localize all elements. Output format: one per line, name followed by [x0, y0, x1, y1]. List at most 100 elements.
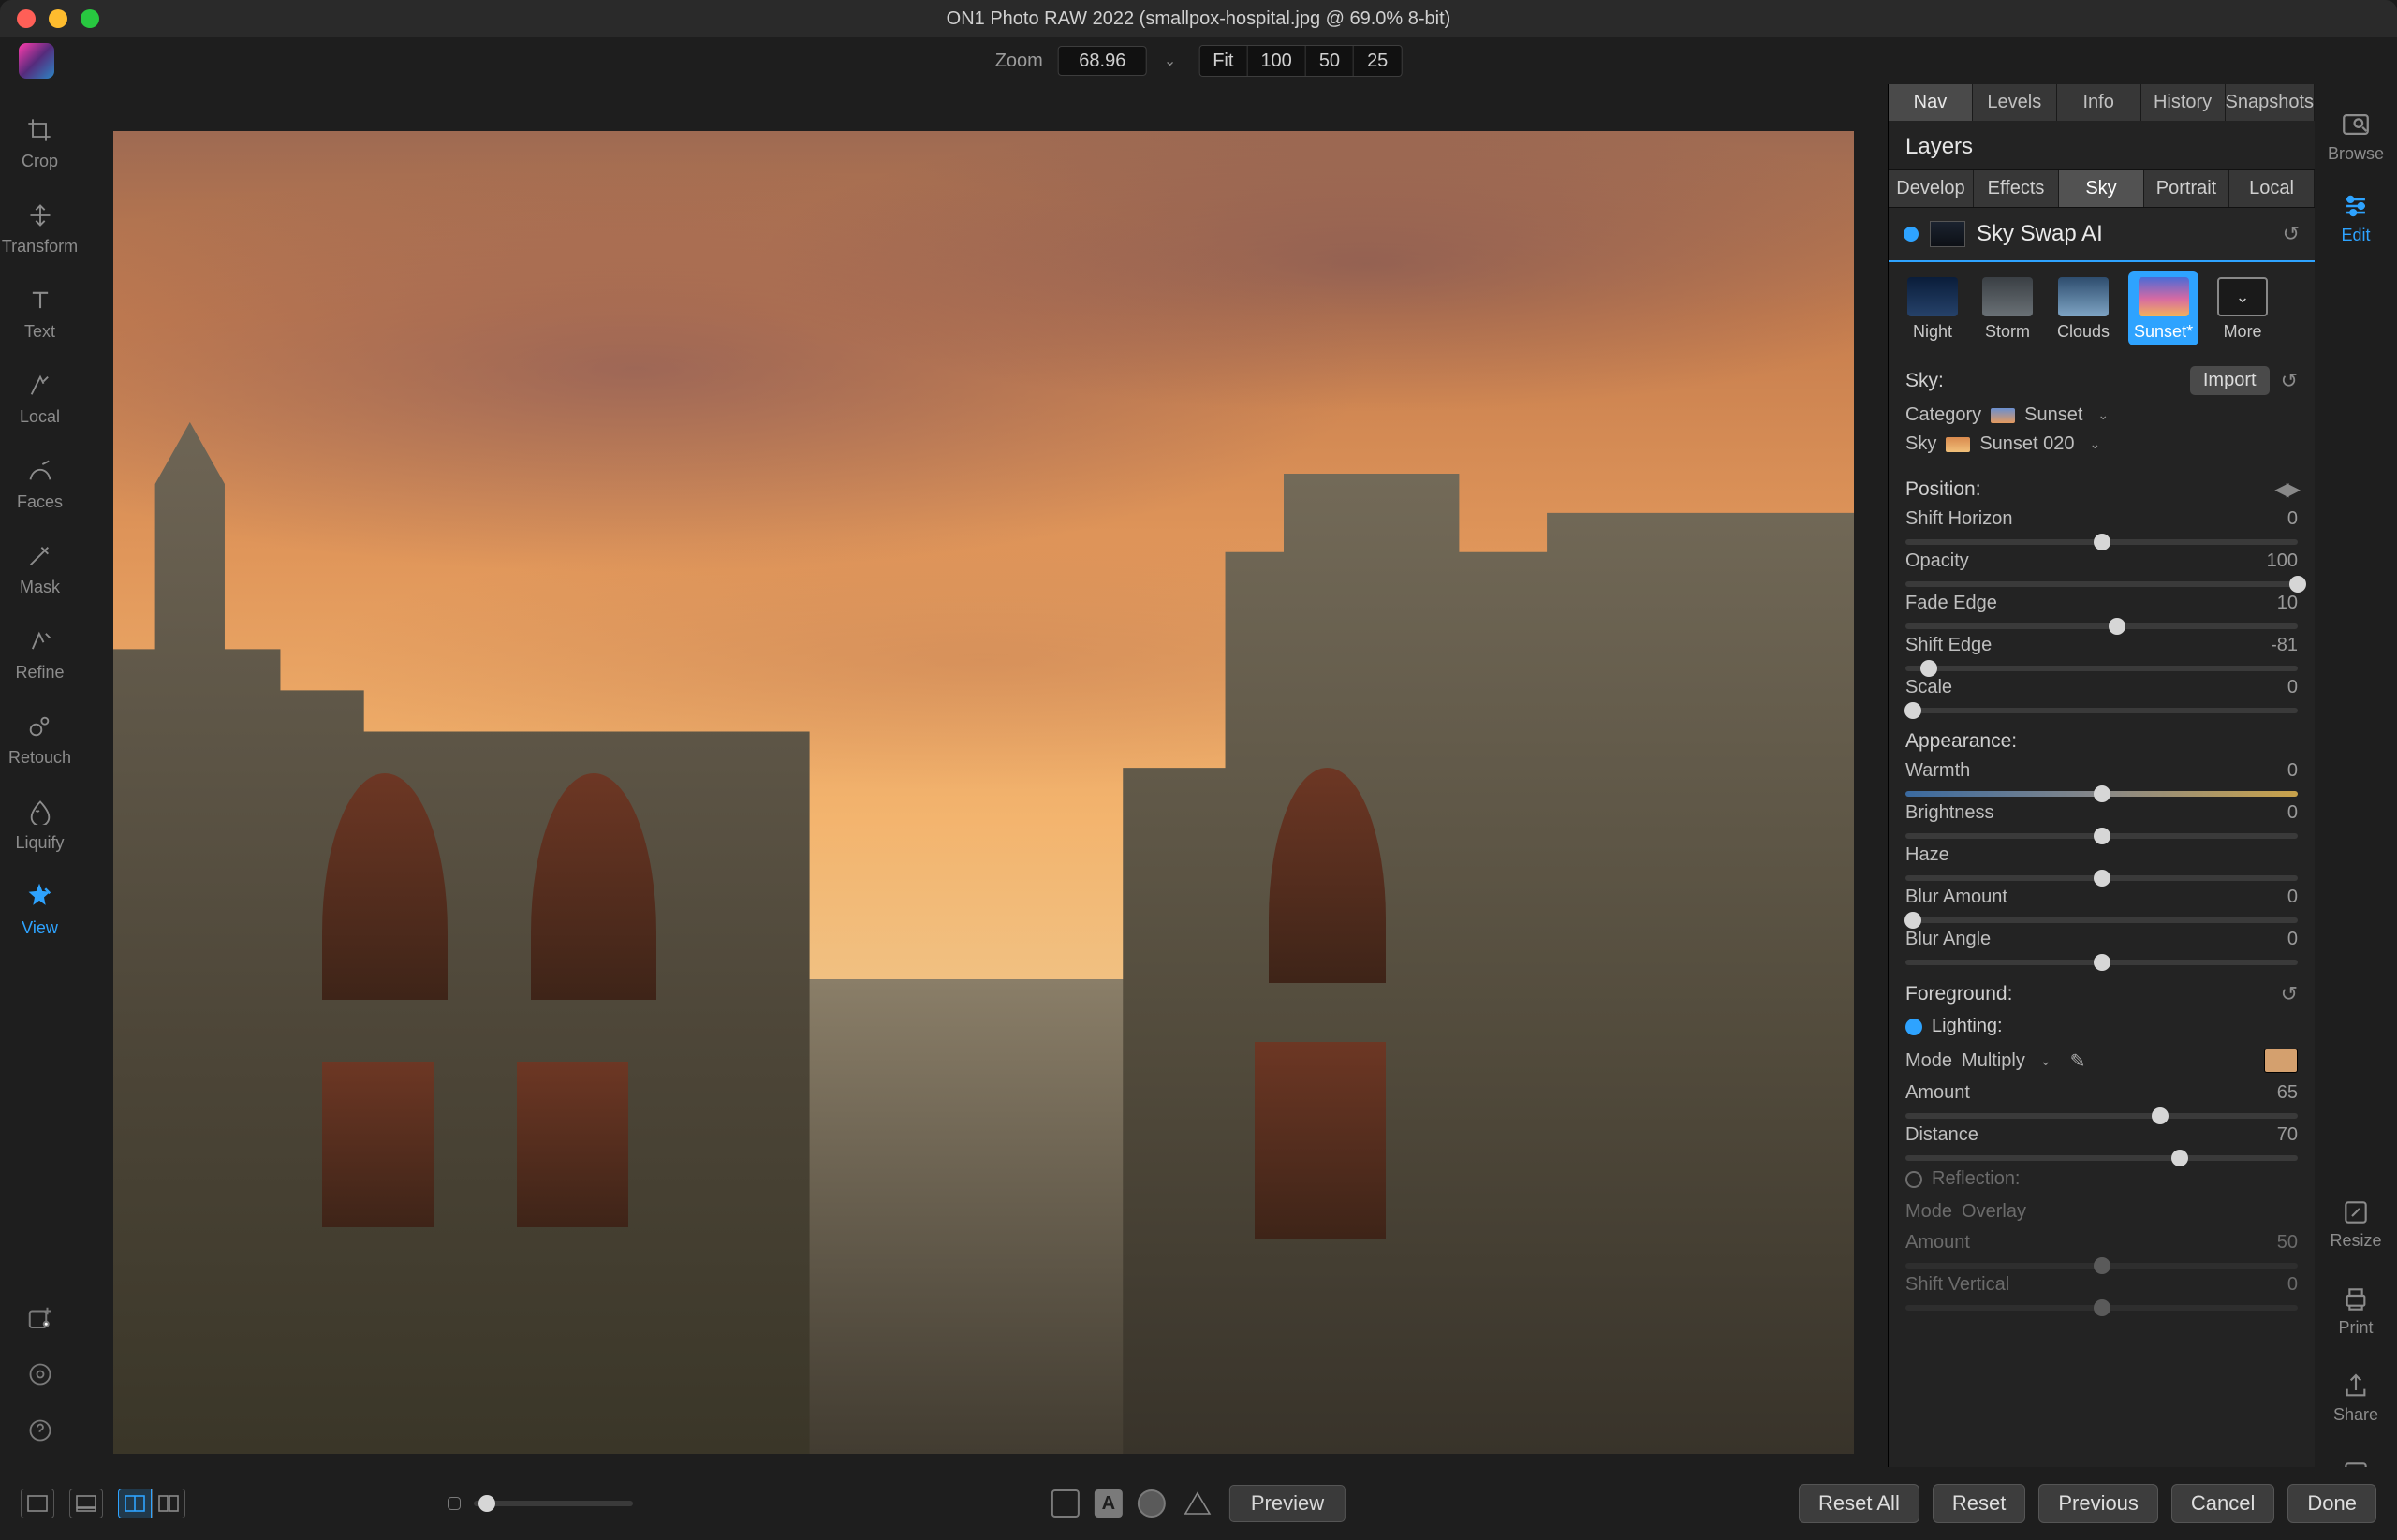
foreground-header: Foreground:↺: [1889, 967, 2315, 1010]
tool-retouch-label: Retouch: [8, 748, 71, 768]
reset-filter-icon[interactable]: ↺: [2283, 222, 2300, 246]
filter-enabled-icon[interactable]: [1904, 227, 1919, 242]
close-window-icon[interactable]: [17, 9, 36, 28]
zoom-input[interactable]: [1058, 46, 1147, 76]
window-title: ON1 Photo RAW 2022 (smallpox-hospital.jp…: [0, 8, 2397, 30]
slider-shift-horizon[interactable]: Shift Horizon0: [1889, 505, 2315, 547]
rail-resize[interactable]: Resize: [2330, 1190, 2381, 1258]
tool-mask[interactable]: Mask: [20, 540, 60, 597]
zoom-25-button[interactable]: 25: [1354, 46, 1401, 76]
zoom-fit-button[interactable]: Fit: [1199, 46, 1247, 76]
tool-local[interactable]: Local: [20, 370, 60, 427]
thumb-size-slider[interactable]: [474, 1501, 633, 1506]
settings-icon[interactable]: [24, 1358, 56, 1390]
category-dropdown[interactable]: Category Sunset ⌄: [1905, 401, 2298, 430]
view-filmstrip-icon[interactable]: [69, 1489, 103, 1518]
slider-blur-angle[interactable]: Blur Angle0: [1889, 925, 2315, 967]
view-compare-left-icon[interactable]: [118, 1489, 152, 1518]
preset-more[interactable]: ⌄More: [2217, 277, 2268, 342]
slider-blur-amount[interactable]: Blur Amount0: [1889, 883, 2315, 925]
slider-shift-edge[interactable]: Shift Edge-81: [1889, 631, 2315, 673]
lighting-toggle[interactable]: Lighting:: [1889, 1010, 2315, 1043]
tool-text[interactable]: Text: [24, 285, 56, 342]
tab-history[interactable]: History: [2141, 84, 2226, 121]
canvas-area: [80, 84, 1888, 1467]
tab-portrait[interactable]: Portrait: [2144, 170, 2229, 207]
tool-liquify[interactable]: Liquify: [15, 796, 64, 853]
preview-button[interactable]: Preview: [1229, 1485, 1346, 1522]
rail-print[interactable]: Print: [2338, 1277, 2373, 1345]
zoom-50-button[interactable]: 50: [1306, 46, 1354, 76]
reset-sky-icon[interactable]: ↺: [2281, 369, 2298, 393]
reset-button[interactable]: Reset: [1933, 1484, 2025, 1523]
sky-field-value: Sunset 020: [1979, 433, 2074, 455]
slider-opacity[interactable]: Opacity100: [1889, 547, 2315, 589]
softproof-icon[interactable]: [1138, 1489, 1166, 1518]
image-canvas[interactable]: [113, 131, 1854, 1454]
size-small-icon[interactable]: [448, 1497, 461, 1510]
chevron-down-icon: ⌄: [2040, 1053, 2051, 1069]
flip-icon[interactable]: ◀▶: [2274, 477, 2298, 501]
tab-local[interactable]: Local: [2229, 170, 2315, 207]
tab-sky[interactable]: Sky: [2059, 170, 2144, 207]
done-button[interactable]: Done: [2287, 1484, 2376, 1523]
right-panel: Nav Levels Info History Snapshots Layers…: [1888, 84, 2315, 1467]
tab-develop[interactable]: Develop: [1889, 170, 1974, 207]
zoom-dropdown-icon[interactable]: ⌄: [1156, 51, 1184, 70]
lighting-color-swatch[interactable]: [2264, 1049, 2298, 1073]
add-layer-icon[interactable]: [24, 1302, 56, 1334]
maximize-window-icon[interactable]: [81, 9, 99, 28]
slider-fg-amount[interactable]: Amount65: [1889, 1078, 2315, 1121]
help-icon[interactable]: [24, 1415, 56, 1446]
sky-dropdown[interactable]: Sky Sunset 020 ⌄: [1905, 430, 2298, 459]
view-compare-right-icon[interactable]: [152, 1489, 185, 1518]
tool-faces[interactable]: Faces: [17, 455, 63, 512]
tab-levels[interactable]: Levels: [1973, 84, 2057, 121]
retouch-icon: [23, 711, 55, 742]
tool-view[interactable]: View: [22, 881, 58, 938]
eyedropper-icon[interactable]: ✎: [2070, 1049, 2086, 1073]
zoom-100-button[interactable]: 100: [1247, 46, 1305, 76]
tab-snapshots[interactable]: Snapshots: [2226, 84, 2316, 121]
reset-all-button[interactable]: Reset All: [1799, 1484, 1919, 1523]
tool-transform[interactable]: Transform: [2, 199, 78, 257]
right-action-rail: Browse Edit Resize Print Share Export: [2315, 84, 2397, 1540]
slider-warmth[interactable]: Warmth0: [1889, 756, 2315, 799]
reset-foreground-icon[interactable]: ↺: [2281, 982, 2298, 1006]
zoom-label: Zoom: [995, 51, 1043, 72]
rail-browse[interactable]: Browse: [2328, 101, 2384, 171]
sky-scroll[interactable]: Sky: Import ↺ Category Sunset ⌄ Sky Suns…: [1889, 353, 2315, 1467]
mask-view-icon[interactable]: [1051, 1489, 1080, 1518]
slider-haze[interactable]: Haze: [1889, 841, 2315, 883]
rail-share[interactable]: Share: [2333, 1364, 2378, 1432]
preset-clouds[interactable]: Clouds: [2057, 277, 2110, 342]
reflection-toggle[interactable]: Reflection:: [1889, 1163, 2315, 1195]
preset-night[interactable]: Night: [1907, 277, 1958, 342]
clipping-icon[interactable]: [1181, 1489, 1214, 1518]
tool-retouch[interactable]: Retouch: [8, 711, 71, 768]
slider-fg-distance[interactable]: Distance70: [1889, 1121, 2315, 1163]
cancel-button[interactable]: Cancel: [2171, 1484, 2274, 1523]
slider-fade-edge[interactable]: Fade Edge10: [1889, 589, 2315, 631]
rail-edit[interactable]: Edit: [2340, 183, 2372, 253]
crop-icon: [23, 114, 55, 146]
view-single-icon[interactable]: [21, 1489, 54, 1518]
lighting-mode-dropdown[interactable]: Mode Multiply ⌄ ✎: [1889, 1043, 2315, 1078]
preset-sunset[interactable]: Sunset*: [2128, 271, 2198, 345]
text-overlay-icon[interactable]: A: [1095, 1489, 1123, 1518]
import-button[interactable]: Import: [2190, 366, 2270, 395]
tab-effects[interactable]: Effects: [1974, 170, 2059, 207]
tab-info[interactable]: Info: [2057, 84, 2141, 121]
tool-faces-label: Faces: [17, 492, 63, 512]
minimize-window-icon[interactable]: [49, 9, 67, 28]
slider-scale[interactable]: Scale0: [1889, 673, 2315, 715]
app-logo-icon[interactable]: [19, 43, 54, 79]
slider-brightness[interactable]: Brightness0: [1889, 799, 2315, 841]
faces-icon: [24, 455, 56, 487]
tool-crop[interactable]: Crop: [22, 114, 58, 171]
tool-refine[interactable]: Refine: [15, 625, 64, 682]
mode-value: Multiply: [1962, 1050, 2025, 1072]
tab-nav[interactable]: Nav: [1889, 84, 1973, 121]
preset-storm[interactable]: Storm: [1982, 277, 2033, 342]
previous-button[interactable]: Previous: [2038, 1484, 2158, 1523]
